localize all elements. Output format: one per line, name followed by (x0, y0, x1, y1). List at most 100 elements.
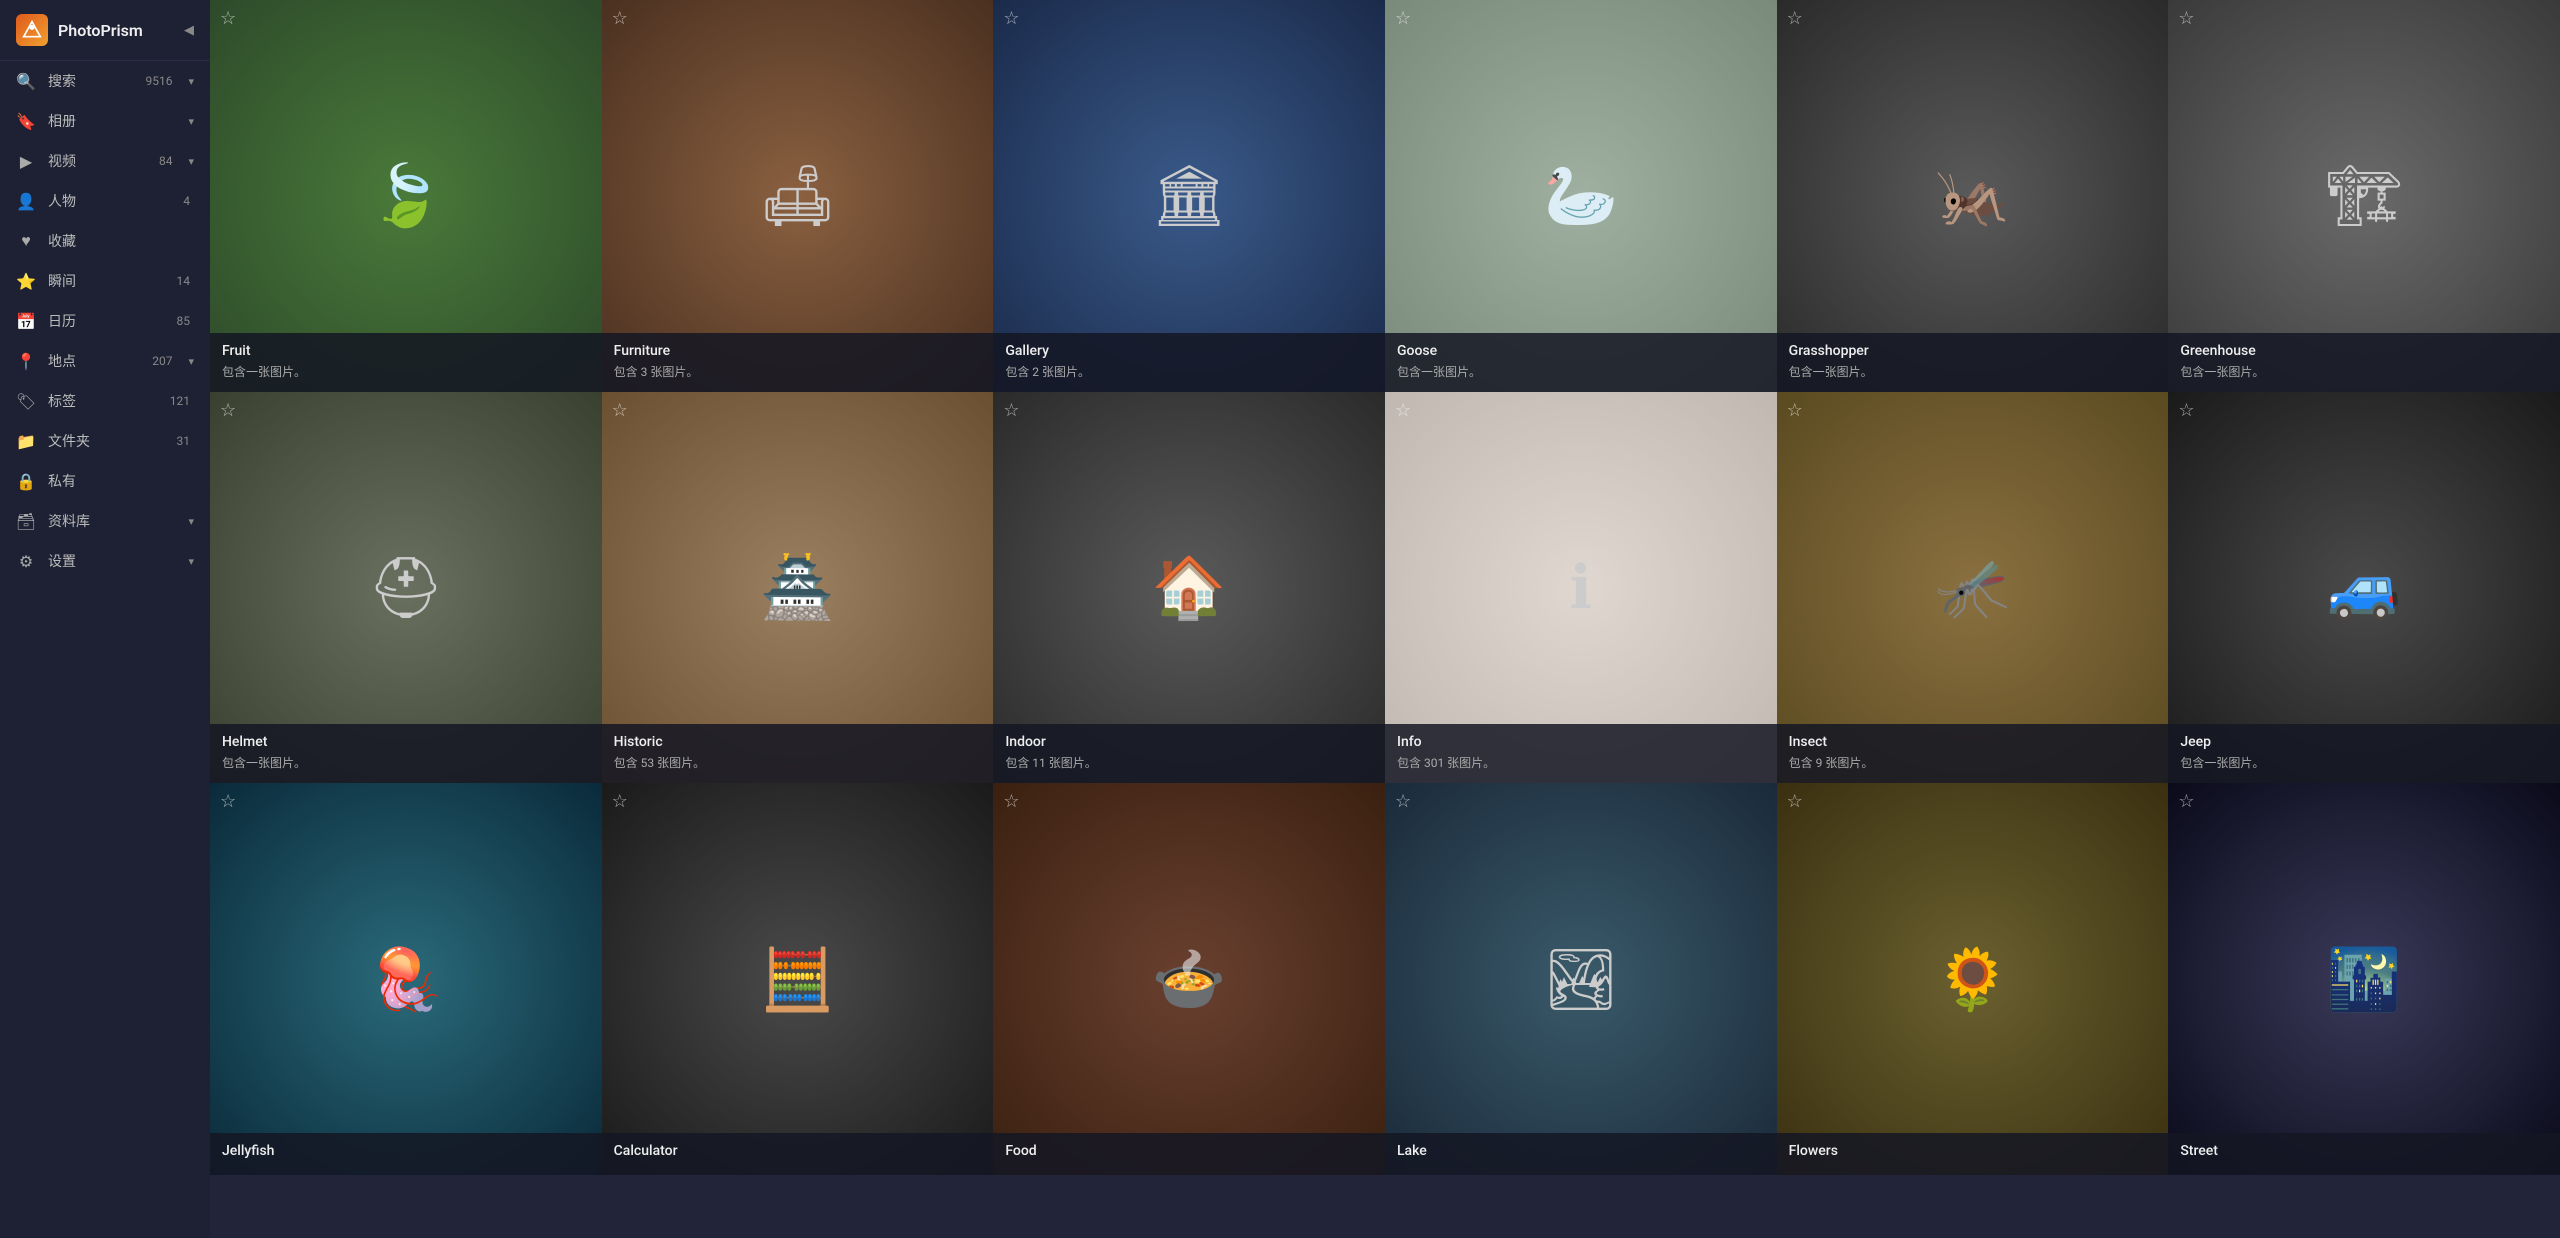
sidebar-label-folders: 文件夹 (48, 431, 165, 451)
sidebar-count-calendar: 85 (177, 314, 191, 328)
cell-title: Jellyfish (222, 1143, 590, 1159)
sidebar-item-places[interactable]: 📍地点207▾ (0, 341, 210, 381)
folders-icon: 📁 (16, 431, 36, 451)
sidebar-item-moments[interactable]: ⭐瞬间14 (0, 261, 210, 301)
sidebar-label-library: 资料库 (48, 511, 176, 531)
sidebar-item-folders[interactable]: 📁 文件夹 31 (0, 421, 210, 461)
sidebar-item-people[interactable]: 👤人物4 (0, 181, 210, 221)
sidebar-expand-search[interactable]: ▾ (188, 75, 194, 88)
cell-info-panel: Food (993, 1133, 1385, 1175)
sidebar-count-folders: 31 (177, 434, 191, 448)
grid-cell-food[interactable]: 🍲☆Food (993, 783, 1385, 1175)
sidebar-expand-videos[interactable]: ▾ (188, 155, 194, 168)
sidebar-item-labels[interactable]: 🏷标签121 (0, 381, 210, 421)
star-icon[interactable]: ☆ (1395, 791, 1411, 812)
grid-cell-jellyfish[interactable]: 🪼☆ Jellyfish (210, 783, 602, 1175)
grid-cell-lake[interactable]: 🏞☆Lake (1385, 783, 1777, 1175)
grid-cell-gallery[interactable]: 🏛☆Gallery包含 2 张图片。 (993, 0, 1385, 392)
sidebar-expand-places[interactable]: ▾ (188, 355, 194, 368)
sidebar-expand-library[interactable]: ▾ (188, 515, 194, 528)
cell-title: Info (1397, 734, 1765, 750)
star-icon[interactable]: ☆ (1395, 8, 1411, 29)
grid-cell-jeep[interactable]: 🚙☆Jeep包含一张图片。 (2168, 392, 2560, 784)
star-icon[interactable]: ☆ (1787, 8, 1803, 29)
sidebar-expand-settings[interactable]: ▾ (188, 555, 194, 568)
star-icon[interactable]: ☆ (2178, 8, 2194, 29)
star-icon[interactable]: ☆ (612, 400, 628, 421)
cell-title: Historic (614, 734, 982, 750)
sidebar-label-albums: 相册 (48, 111, 176, 131)
sidebar-count-videos: 84 (159, 154, 173, 168)
cell-info-panel: Helmet包含一张图片。 (210, 724, 602, 783)
grid-cell-calculator[interactable]: 🧮☆Calculator (602, 783, 994, 1175)
cell-subtitle: 包含 9 张图片。 (1789, 754, 2157, 771)
sidebar-label-settings: 设置 (48, 551, 176, 571)
sidebar-item-calendar[interactable]: 📅 日历 85 (0, 301, 210, 341)
star-icon[interactable]: ☆ (2178, 400, 2194, 421)
cell-title: Helmet (222, 734, 590, 750)
grid-cell-greenhouse[interactable]: 🏗☆Greenhouse包含一张图片。 (2168, 0, 2560, 392)
star-icon[interactable]: ☆ (612, 791, 628, 812)
star-icon[interactable]: ☆ (1395, 400, 1411, 421)
sidebar-item-private[interactable]: 🔒私有 (0, 461, 210, 501)
sidebar-label-places: 地点 (48, 351, 140, 371)
moments-icon: ⭐ (16, 271, 36, 291)
app-title: PhotoPrism (58, 21, 174, 40)
sidebar: PhotoPrism ◀ 🔍搜索9516▾🔖相册▾▶视频84▾👤人物4♥收藏⭐瞬… (0, 0, 210, 1238)
sidebar-item-videos[interactable]: ▶视频84▾ (0, 141, 210, 181)
cell-title: Greenhouse (2180, 343, 2548, 359)
cell-title: Calculator (614, 1143, 982, 1159)
sidebar-item-favorites[interactable]: ♥收藏 (0, 221, 210, 261)
star-icon[interactable]: ☆ (2178, 791, 2194, 812)
cell-info-panel: Furniture包含 3 张图片。 (602, 333, 994, 392)
cell-info-panel: Jellyfish (210, 1133, 602, 1175)
app-logo (16, 14, 48, 46)
grid-cell-flowers[interactable]: 🌻☆Flowers (1777, 783, 2169, 1175)
grid-cell-indoor[interactable]: 🏠☆Indoor包含 11 张图片。 (993, 392, 1385, 784)
star-icon[interactable]: ☆ (220, 791, 236, 812)
sidebar-label-favorites: 收藏 (48, 231, 194, 251)
star-icon[interactable]: ☆ (1003, 400, 1019, 421)
grid-cell-helmet[interactable]: ⛑☆Helmet包含一张图片。 (210, 392, 602, 784)
grid-cell-grasshopper[interactable]: 🦗☆Grasshopper包含一张图片。 (1777, 0, 2169, 392)
private-icon: 🔒 (16, 471, 36, 491)
star-icon[interactable]: ☆ (612, 8, 628, 29)
star-icon[interactable]: ☆ (1003, 8, 1019, 29)
sidebar-item-search[interactable]: 🔍搜索9516▾ (0, 61, 210, 101)
star-icon[interactable]: ☆ (220, 8, 236, 29)
places-icon: 📍 (16, 351, 36, 371)
cell-info-panel: Greenhouse包含一张图片。 (2168, 333, 2560, 392)
sidebar-nav: 🔍搜索9516▾🔖相册▾▶视频84▾👤人物4♥收藏⭐瞬间14📅日历85📍地点20… (0, 61, 210, 581)
sidebar-label-calendar: 日历 (48, 311, 165, 331)
grid-cell-info[interactable]: ℹ☆Info包含 301 张图片。 (1385, 392, 1777, 784)
star-icon[interactable]: ☆ (220, 400, 236, 421)
sidebar-expand-albums[interactable]: ▾ (188, 115, 194, 128)
grid-cell-fruit[interactable]: 🍃☆Fruit包含一张图片。 (210, 0, 602, 392)
cell-title: Jeep (2180, 734, 2548, 750)
cell-info-panel: Goose包含一张图片。 (1385, 333, 1777, 392)
grid-cell-street[interactable]: 🌃☆Street (2168, 783, 2560, 1175)
cell-info-panel: Historic包含 53 张图片。 (602, 724, 994, 783)
star-icon[interactable]: ☆ (1003, 791, 1019, 812)
cell-background: 🪼 (210, 783, 602, 1175)
sidebar-collapse-button[interactable]: ◀ (184, 23, 194, 38)
star-icon[interactable]: ☆ (1787, 400, 1803, 421)
cell-title: Street (2180, 1143, 2548, 1159)
sidebar-item-settings[interactable]: ⚙设置▾ (0, 541, 210, 581)
grid-cell-insect[interactable]: 🦟☆Insect包含 9 张图片。 (1777, 392, 2169, 784)
star-icon[interactable]: ☆ (1787, 791, 1803, 812)
sidebar-item-library[interactable]: 🗃资料库▾ (0, 501, 210, 541)
grid-cell-furniture[interactable]: 🛋☆Furniture包含 3 张图片。 (602, 0, 994, 392)
cell-info-panel: Flowers (1777, 1133, 2169, 1175)
cell-subtitle: 包含一张图片。 (1397, 363, 1765, 380)
calendar-icon: 📅 (16, 311, 36, 331)
cell-subtitle: 包含 3 张图片。 (614, 363, 982, 380)
photo-grid: 🍃☆Fruit包含一张图片。🛋☆Furniture包含 3 张图片。🏛☆Gall… (210, 0, 2560, 1175)
sidebar-label-videos: 视频 (48, 151, 147, 171)
cell-title: Grasshopper (1789, 343, 2157, 359)
cell-title: Flowers (1789, 1143, 2157, 1159)
sidebar-label-labels: 标签 (48, 391, 158, 411)
grid-cell-goose[interactable]: 🦢☆Goose包含一张图片。 (1385, 0, 1777, 392)
sidebar-item-albums[interactable]: 🔖相册▾ (0, 101, 210, 141)
grid-cell-historic[interactable]: 🏯☆Historic包含 53 张图片。 (602, 392, 994, 784)
